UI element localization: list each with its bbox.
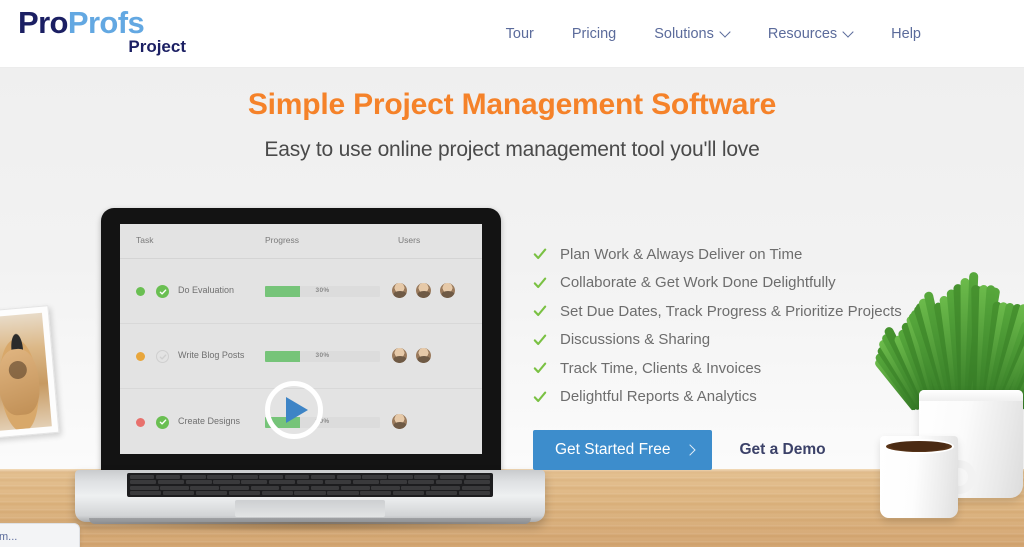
feature-label: Plan Work & Always Deliver on Time <box>560 245 803 263</box>
nav-item-solutions[interactable]: Solutions <box>635 20 749 48</box>
check-icon <box>533 276 547 290</box>
feature-item: Collaborate & Get Work Done Delightfully <box>533 269 933 298</box>
check-icon <box>533 304 547 318</box>
laptop-shadow <box>95 522 525 532</box>
task-complete-check-icon <box>156 285 169 298</box>
play-triangle <box>286 397 308 423</box>
task-table-header: Task Progress Users <box>120 224 482 259</box>
user-avatars <box>392 413 407 429</box>
nav-label-pricing: Pricing <box>571 26 617 42</box>
task-complete-check-icon <box>156 415 169 429</box>
progress-label: 30% <box>315 352 330 359</box>
logo-text-profs: Profs <box>67 5 145 40</box>
proprofs-logo[interactable]: ProProfs Project <box>18 7 188 62</box>
page-subtitle: Easy to use online project management to… <box>264 138 760 161</box>
task-name: Write Blog Posts <box>178 350 245 360</box>
status-dot <box>136 352 145 361</box>
feature-item: Plan Work & Always Deliver on Time <box>533 240 933 269</box>
status-dot <box>136 417 145 427</box>
dog-photo <box>0 312 52 432</box>
photo-frame-decoration <box>0 305 60 439</box>
feature-item: Set Due Dates, Track Progress & Prioriti… <box>533 297 933 326</box>
feature-label: Track Time, Clients & Invoices <box>560 359 762 377</box>
feature-item: Track Time, Clients & Invoices <box>533 354 933 383</box>
task-name: Do Evaluation <box>178 285 235 295</box>
feature-label: Discussions & Sharing <box>560 331 711 349</box>
get-started-free-button[interactable]: Get Started Free <box>533 430 713 470</box>
feature-label: Delightful Reports & Analytics <box>560 388 757 406</box>
task-name: Create Designs <box>178 415 241 426</box>
nav-item-resources[interactable]: Resources <box>749 20 872 48</box>
laptop-base <box>75 470 545 522</box>
avatar <box>416 283 431 298</box>
feature-label: Set Due Dates, Track Progress & Prioriti… <box>560 302 902 320</box>
status-dot <box>136 287 145 296</box>
laptop-mockup: Task Progress Users Do Evaluation 30% Wr… <box>75 208 545 547</box>
chevron-down-icon <box>721 28 730 37</box>
check-icon <box>533 333 547 347</box>
user-avatars <box>392 348 431 363</box>
nav-item-pricing[interactable]: Pricing <box>553 20 635 48</box>
nav-item-tour[interactable]: Tour <box>487 20 553 48</box>
feature-list: Plan Work & Always Deliver on Time Colla… <box>533 240 933 411</box>
avatar <box>392 413 407 429</box>
chat-widget-label: m... <box>0 531 18 543</box>
laptop-trackpad <box>235 500 385 517</box>
column-header-task: Task <box>136 235 154 245</box>
nav-label-help: Help <box>891 26 921 42</box>
nav-label-solutions: Solutions <box>654 26 714 42</box>
column-header-users: Users <box>398 235 421 245</box>
progress-label: 30% <box>315 287 330 294</box>
chevron-down-icon <box>844 28 853 37</box>
coffee-mug-decoration <box>880 436 976 536</box>
logo-text-project: Project <box>128 37 186 56</box>
check-icon <box>533 361 547 375</box>
logo-wordmark: ProProfs <box>18 7 188 39</box>
task-pending-check-icon <box>156 350 169 363</box>
table-row[interactable]: Do Evaluation 30% <box>120 259 482 324</box>
feature-item: Delightful Reports & Analytics <box>533 383 933 412</box>
laptop-keyboard <box>127 473 493 497</box>
nav-label-tour: Tour <box>505 26 534 42</box>
chat-widget[interactable]: m... <box>0 523 80 547</box>
avatar <box>416 348 431 363</box>
play-button-icon[interactable] <box>265 381 323 439</box>
nav-label-resources: Resources <box>767 26 838 42</box>
feature-item: Discussions & Sharing <box>533 326 933 355</box>
coffee-surface <box>884 439 954 454</box>
get-started-label: Get Started Free <box>555 441 671 458</box>
avatar <box>440 283 455 298</box>
avatar <box>392 283 407 298</box>
logo-text-pro: Pro <box>18 5 68 40</box>
table-row[interactable]: Write Blog Posts 30% <box>120 324 482 389</box>
pot-rim <box>919 390 1023 401</box>
feature-label: Collaborate & Get Work Done Delightfully <box>560 274 836 292</box>
check-icon <box>533 247 547 261</box>
check-icon <box>533 390 547 404</box>
page-title: Simple Project Management Software <box>247 88 777 121</box>
get-a-demo-link[interactable]: Get a Demo <box>739 441 825 459</box>
hero-section: Simple Project Management Software Easy … <box>0 68 1024 547</box>
column-header-progress: Progress <box>265 235 300 245</box>
chevron-right-icon <box>686 446 694 454</box>
main-navigation: Tour Pricing Solutions Resources Help <box>487 0 940 68</box>
avatar <box>392 348 407 363</box>
mug-body <box>880 436 958 518</box>
user-avatars <box>392 283 455 298</box>
site-header: ProProfs Project Tour Pricing Solutions … <box>0 0 1024 68</box>
cta-group: Get Started Free Get a Demo <box>533 430 826 470</box>
nav-item-help[interactable]: Help <box>872 20 940 48</box>
